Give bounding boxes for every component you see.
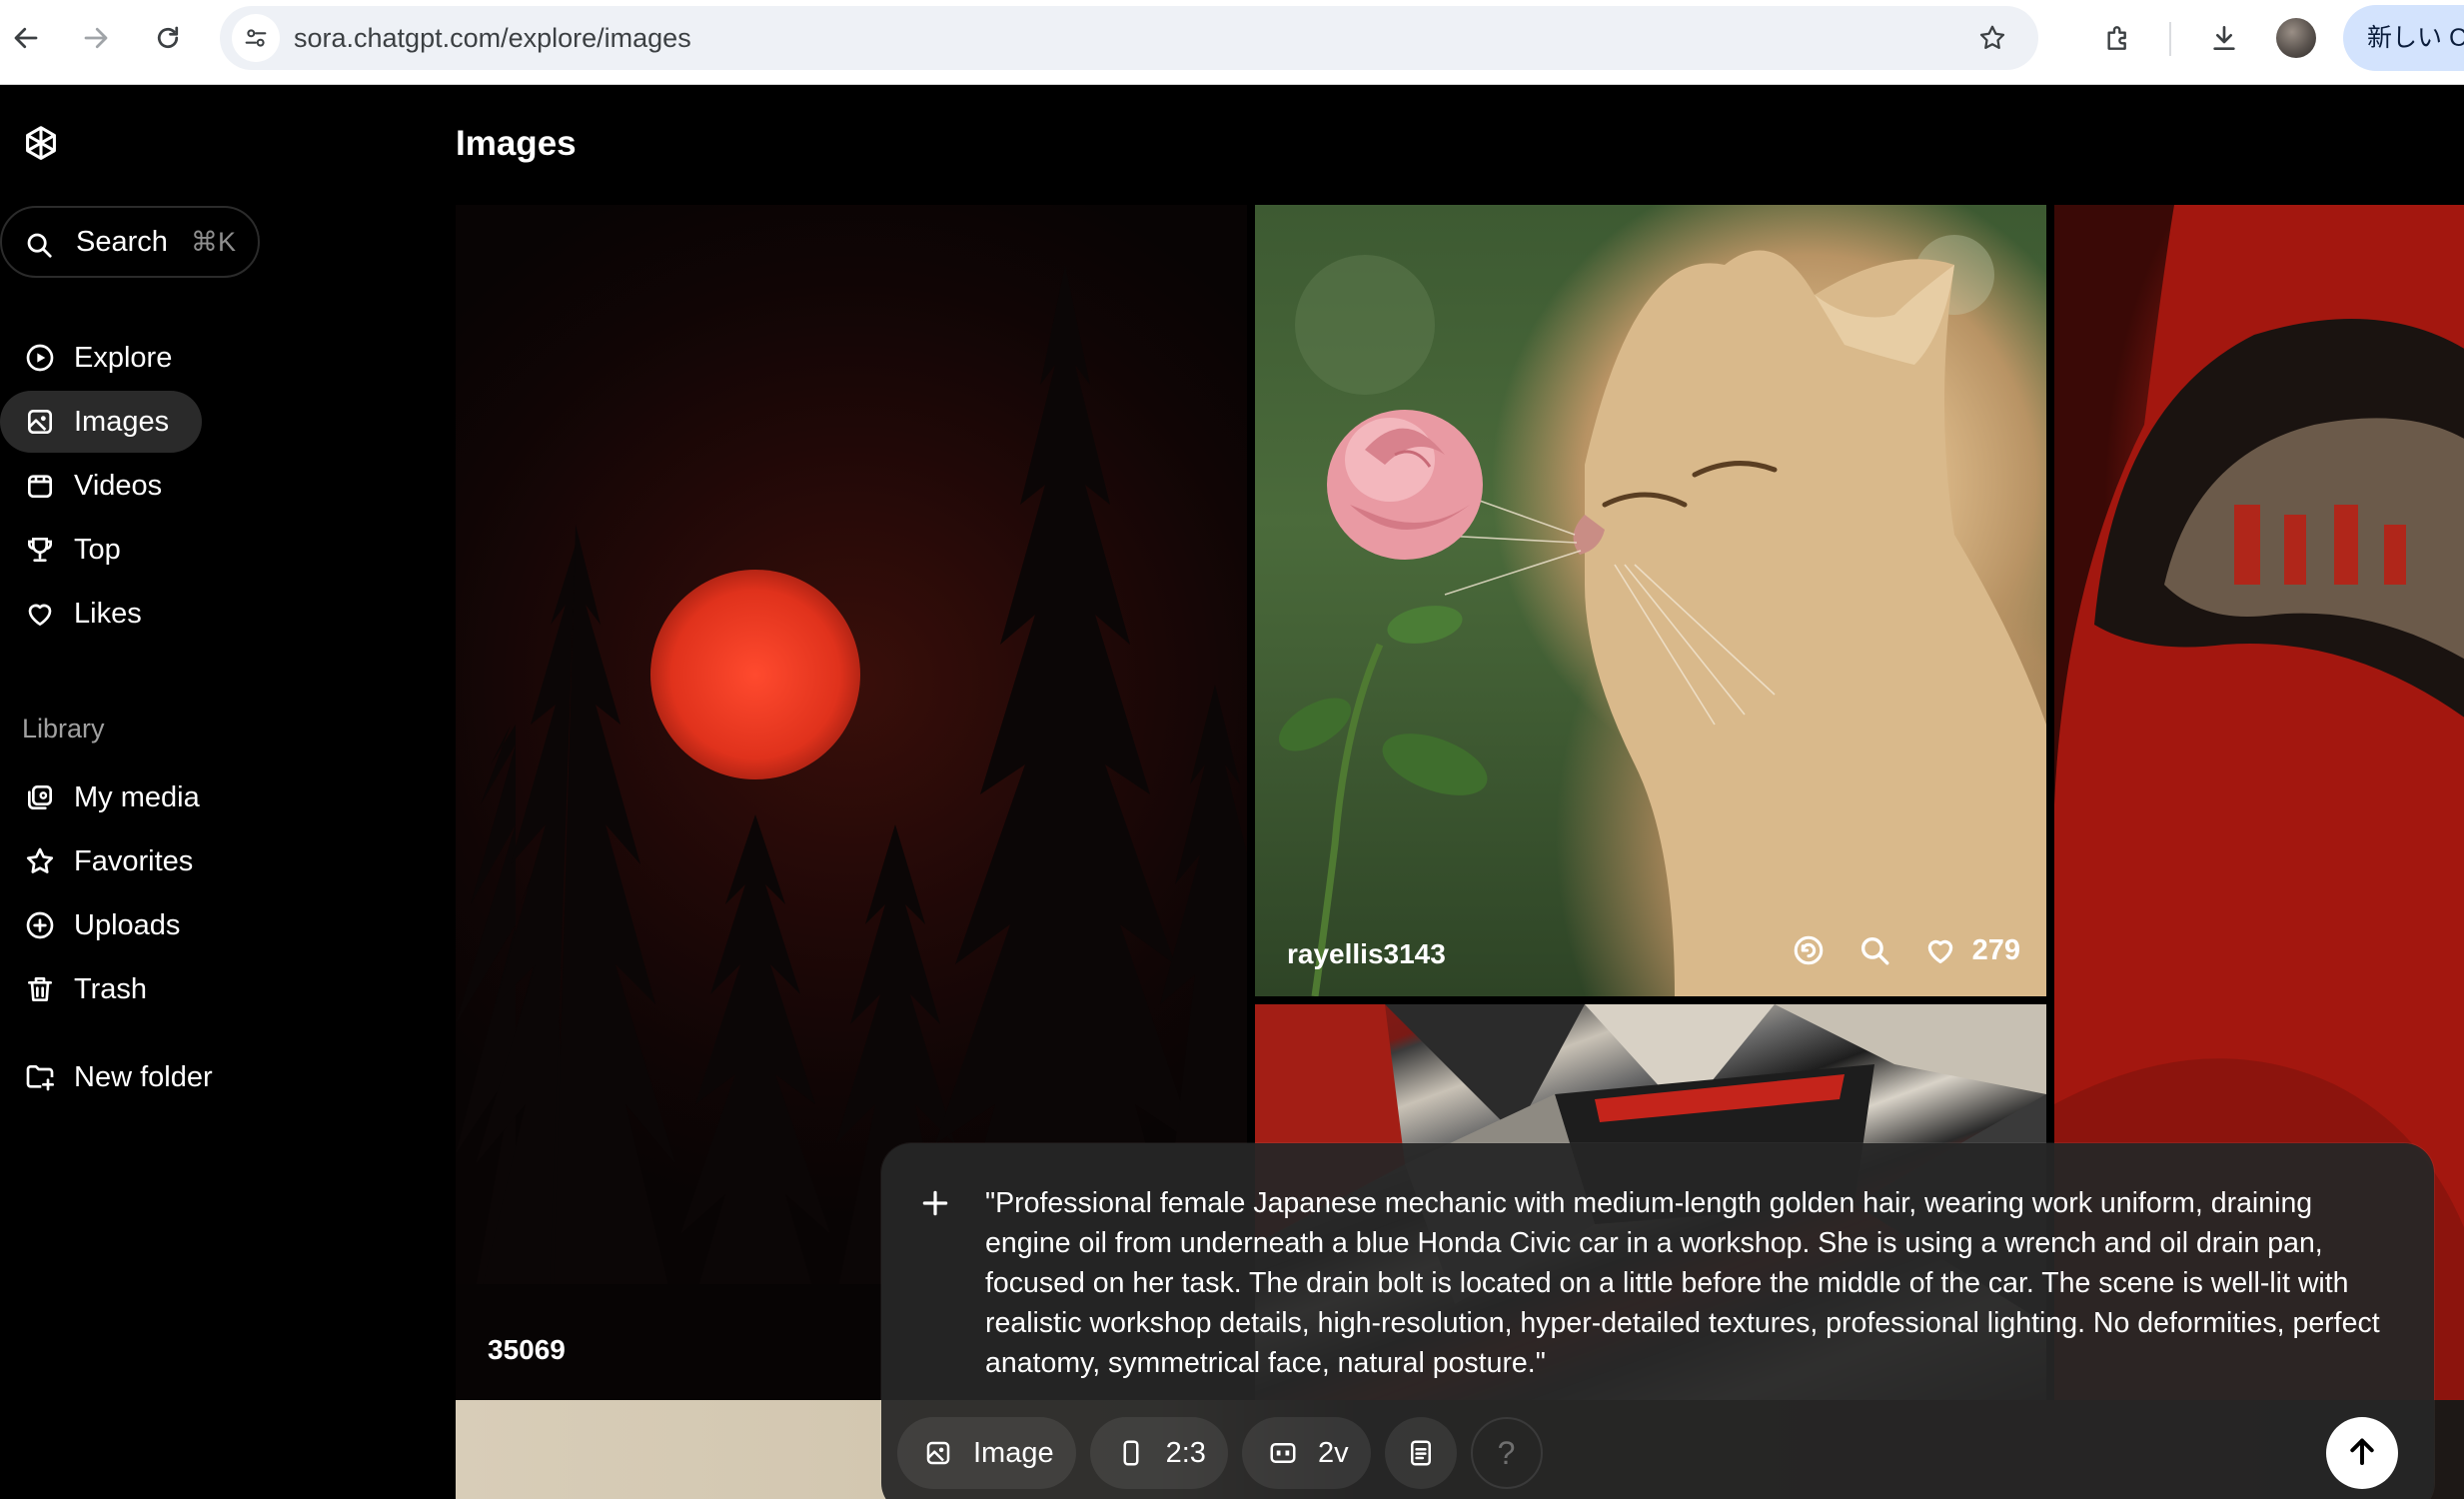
site-settings-icon[interactable] [232, 14, 280, 62]
aspect-ratio-label: 2:3 [1165, 1436, 1206, 1469]
star-icon [22, 843, 58, 879]
sidebar-item-label: My media [74, 780, 200, 813]
trash-icon [22, 971, 58, 1007]
remix-icon[interactable] [1789, 930, 1829, 970]
variations-button[interactable]: 2v [1241, 1417, 1371, 1489]
sidebar-item-videos[interactable]: Videos [0, 455, 162, 517]
extensions-icon[interactable] [2094, 14, 2142, 62]
download-icon[interactable] [2200, 14, 2248, 62]
sidebar-item-uploads[interactable]: Uploads [0, 894, 180, 956]
aspect-ratio-button[interactable]: 2:3 [1089, 1417, 1228, 1489]
cat-rose-image [1278, 235, 2046, 996]
type-selector-button[interactable]: Image [897, 1417, 1076, 1489]
sidebar-item-label: Trash [74, 972, 148, 1005]
sidebar-item-label: Uploads [74, 908, 181, 941]
help-button[interactable]: ? [1470, 1417, 1543, 1489]
new-folder-label: New folder [74, 1060, 213, 1093]
storyboard-icon [1404, 1436, 1438, 1470]
reload-icon[interactable] [144, 14, 192, 62]
arrow-up-icon [2344, 1433, 2380, 1474]
browser-toolbar: sora.chatgpt.com/explore/images 新しい C [0, 0, 2464, 85]
bookmark-star-icon[interactable] [1968, 14, 2016, 62]
url-text[interactable]: sora.chatgpt.com/explore/images [294, 6, 691, 70]
media-icon [22, 779, 58, 815]
openai-logo-icon[interactable] [18, 122, 64, 168]
sidebar-item-label: Videos [74, 469, 163, 502]
type-label: Image [973, 1436, 1054, 1469]
sidebar: Search ⌘K Explore Images Videos Top Like… [0, 86, 440, 1499]
variations-icon [1266, 1436, 1300, 1470]
trophy-icon [22, 532, 58, 568]
forward-icon[interactable] [72, 14, 120, 62]
new-chat-chip[interactable]: 新しい C [2343, 5, 2464, 71]
sidebar-item-label: Top [74, 533, 121, 566]
prompt-input[interactable]: "Professional female Japanese mechanic w… [985, 1183, 2404, 1383]
prompt-composer: "Professional female Japanese mechanic w… [881, 1143, 2434, 1499]
sidebar-item-label: Images [74, 405, 170, 438]
toolbar-divider [2169, 22, 2171, 56]
library-heading: Library [22, 714, 105, 744]
profile-avatar[interactable] [2276, 18, 2316, 58]
sidebar-item-my-media[interactable]: My media [0, 766, 200, 828]
add-attachment-icon[interactable] [913, 1181, 957, 1225]
new-folder-button[interactable]: New folder [0, 1046, 213, 1108]
like-heart-icon[interactable] [1920, 930, 1960, 970]
sidebar-item-top[interactable]: Top [0, 519, 121, 581]
search-label: Search [76, 226, 168, 258]
explore-icon [22, 340, 58, 376]
sidebar-item-favorites[interactable]: Favorites [0, 830, 193, 892]
folder-plus-icon [22, 1059, 58, 1095]
storyboard-button[interactable] [1384, 1417, 1457, 1489]
search-icon [24, 230, 54, 265]
composer-toolbar: Image 2:3 2v ? [897, 1417, 1543, 1489]
page-title: Images [456, 124, 577, 163]
image-tile-cat[interactable]: rayellis3143 279 [1255, 205, 2046, 996]
image-icon [22, 404, 58, 440]
sidebar-item-label: Likes [74, 597, 142, 630]
sidebar-item-likes[interactable]: Likes [0, 583, 142, 645]
upload-icon [22, 907, 58, 943]
sidebar-item-label: Explore [74, 341, 173, 374]
sidebar-item-explore[interactable]: Explore [0, 327, 172, 389]
back-icon[interactable] [2, 14, 50, 62]
sidebar-item-trash[interactable]: Trash [0, 958, 147, 1020]
tile-view-count: 35069 [488, 1334, 566, 1365]
like-count: 279 [1971, 933, 2020, 966]
portrait-ratio-icon [1114, 1436, 1148, 1470]
image-type-icon [921, 1436, 955, 1470]
tile-author[interactable]: rayellis3143 [1287, 938, 1446, 970]
send-button[interactable] [2326, 1417, 2398, 1489]
zoom-icon[interactable] [1854, 930, 1894, 970]
variations-label: 2v [1317, 1436, 1349, 1469]
video-icon [22, 468, 58, 504]
search-button[interactable]: Search ⌘K [0, 206, 260, 278]
sidebar-item-images[interactable]: Images [0, 391, 202, 453]
address-bar[interactable]: sora.chatgpt.com/explore/images [220, 6, 2038, 70]
sidebar-item-label: Favorites [74, 844, 194, 877]
tile-actions: 279 [1789, 930, 2020, 970]
search-shortcut: ⌘K [191, 227, 237, 257]
heart-icon [22, 596, 58, 632]
